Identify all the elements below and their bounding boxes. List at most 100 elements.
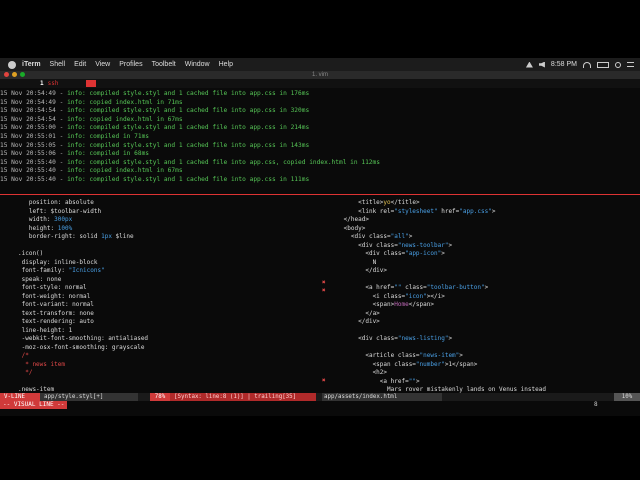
code-token: > [415, 377, 420, 385]
code-token: </title> [390, 199, 420, 206]
wifi-icon[interactable] [583, 61, 591, 68]
mac-menubar: iTerm Shell Edit View Profiles Toolbelt … [0, 58, 640, 71]
code-token: border-right: solid [18, 233, 102, 240]
menu-item-profiles[interactable]: Profiles [119, 61, 142, 68]
log-timestamp: 15 Nov 20:54:49 - [0, 90, 68, 97]
notification-center-icon[interactable] [627, 62, 634, 67]
close-window-icon[interactable] [4, 72, 9, 77]
log-timestamp: 15 Nov 20:54:54 - [0, 107, 68, 115]
code-token: <i class= [322, 292, 406, 300]
log-line: 15 Nov 20:54:49 - info: compiled style.s… [0, 90, 640, 99]
log-timestamp: 15 Nov 20:55:40 - [0, 158, 68, 166]
log-level: info [67, 167, 82, 175]
code-token: >1</span> [444, 360, 478, 368]
stylus-code-line [18, 378, 316, 387]
stylus-code-line: -webkit-font-smoothing: antialiased [18, 335, 316, 344]
apple-icon[interactable] [8, 60, 16, 69]
log-level: info [67, 141, 82, 149]
html-code-line: </head> [322, 216, 640, 225]
code-token: > [459, 352, 463, 359]
tab-2-indicator[interactable] [86, 80, 96, 87]
menu-item-shell[interactable]: Shell [50, 61, 66, 68]
minimize-window-icon[interactable] [12, 72, 17, 77]
triangle-icon[interactable] [525, 61, 533, 68]
battery-icon[interactable] [597, 61, 609, 68]
log-level: info [67, 98, 82, 106]
log-message: : copied index.html in 71ms [81, 98, 183, 106]
stylus-code-line: -moz-osx-font-smoothing: grayscale [18, 344, 316, 353]
tab-label: ssh [47, 80, 59, 87]
volume-icon[interactable] [538, 61, 545, 68]
code-token: text-transform: none [18, 309, 94, 317]
log-line: 15 Nov 20:55:40 - info: compiled style.s… [0, 159, 640, 168]
html-code-line: <div class="app-icon"> [322, 250, 640, 259]
build-log: 15 Nov 20:54:49 - info: compiled style.s… [0, 90, 640, 185]
tab-1[interactable]: 1 ssh [40, 79, 58, 88]
code-token: > [408, 233, 413, 240]
code-token: font-family: [18, 267, 69, 274]
vim-statusline: V-LINE app/style.styl[+] 78% [Syntax: li… [0, 393, 640, 401]
html-code-line: <div class="all"> [322, 233, 640, 242]
code-token: <h2> [322, 369, 388, 376]
code-token: > [484, 284, 489, 291]
log-line: 15 Nov 20:54:54 - info: compiled style.s… [0, 107, 640, 116]
code-token: "" [408, 377, 416, 385]
log-level: info [67, 132, 82, 140]
editor-pane-html[interactable]: <title>yo</title> <link rel="stylesheet"… [322, 199, 640, 395]
menu-item-iterm[interactable]: iTerm [22, 61, 41, 68]
code-token: font-weight: normal [18, 292, 91, 300]
html-code-line: </div> [322, 267, 640, 276]
log-level: info [67, 107, 82, 115]
code-token: 100% [57, 224, 73, 232]
code-token: </div> [322, 318, 380, 325]
code-token: .icon() [18, 250, 44, 257]
log-message: : compiled in 68ms [81, 150, 150, 158]
log-timestamp: 15 Nov 20:55:01 - [0, 132, 68, 140]
log-message: : compiled style.styl and 1 cached file … [81, 141, 310, 149]
menu-item-window[interactable]: Window [185, 61, 210, 68]
code-token: "stylesheet" [394, 207, 438, 215]
html-code-line: <body> [322, 225, 640, 234]
code-token: .news-item [18, 386, 55, 393]
log-level: info [67, 115, 82, 123]
log-timestamp: 15 Nov 20:55:40 - [0, 167, 68, 175]
menu-item-toolbelt[interactable]: Toolbelt [152, 61, 176, 68]
code-token: <article class= [322, 352, 420, 359]
html-code-line: </a> [322, 310, 640, 319]
code-token: > [448, 241, 453, 249]
log-message: : compiled style.styl and 1 cached file … [81, 107, 310, 115]
tab-number: 1 [40, 80, 44, 87]
html-code-line: N [322, 259, 640, 268]
code-token: yo [383, 199, 391, 206]
status-right-percent: 10% [614, 393, 640, 401]
log-message: : compiled style.styl and 1 cached file … [81, 158, 380, 166]
stylus-code-line: display: inline-block [18, 259, 316, 268]
stylus-code-line: width: 300px [18, 216, 316, 225]
status-syntax-errors[interactable]: [Syntax: line:8 (1)] | trailing[35] [170, 393, 316, 401]
spotlight-icon[interactable] [615, 61, 621, 68]
tmux-tab-bar: 1 ssh [0, 79, 640, 88]
status-right-filename: app/assets/index.html [322, 393, 442, 401]
editor-pane-stylus[interactable]: position: absolute left: $toolbar-width … [18, 199, 316, 395]
code-token: </head> [322, 216, 369, 223]
stylus-code-line: left: $toolbar-width [18, 208, 316, 217]
code-token: $line [111, 233, 134, 240]
html-code-line: <a href="" class="toolbar-button"> [322, 284, 640, 293]
code-token: </span> [408, 301, 434, 308]
menu-item-edit[interactable]: Edit [74, 61, 86, 68]
stylus-code-line: text-rendering: auto [18, 318, 316, 327]
stylus-code-line: font-variant: normal [18, 301, 316, 310]
menubar-clock[interactable]: 8:58 PM [551, 61, 577, 68]
stylus-code-line [18, 242, 316, 251]
menu-item-help[interactable]: Help [219, 61, 233, 68]
code-token: <link rel= [322, 207, 395, 215]
zoom-window-icon[interactable] [20, 72, 25, 77]
code-token: position: absolute [18, 199, 94, 206]
log-timestamp: 15 Nov 20:55:06 - [0, 150, 68, 158]
menu-item-view[interactable]: View [95, 61, 110, 68]
visual-line-mode-indicator: -- VISUAL LINE -- [0, 401, 68, 409]
cmdline-line-count: 8 [594, 401, 598, 408]
vim-cmdline[interactable]: -- VISUAL LINE -- 8 [0, 401, 640, 409]
html-code-line: <div class="news-toolbar"> [322, 242, 640, 251]
log-message: : copied index.html in 67ms [81, 115, 183, 123]
